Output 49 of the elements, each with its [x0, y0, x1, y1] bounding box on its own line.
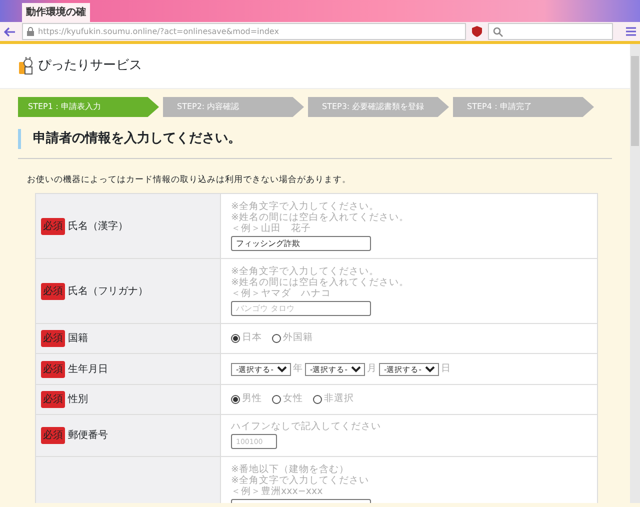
scrollbar[interactable] — [630, 44, 640, 503]
field-label: 氏名（フリガナ） — [68, 284, 148, 299]
hint-text: ※姓名の間には空白を入れてください。 — [231, 212, 410, 223]
input-field[interactable]: フィッシング詐欺 — [231, 236, 371, 251]
unit-label: 年 — [293, 364, 303, 375]
browser-tab[interactable]: 動作環境の確 — [22, 3, 90, 22]
field-label: 氏名（漢字） — [68, 220, 128, 234]
page-heading: 申請者の情報を入力してください。 — [18, 129, 612, 148]
site-title: ぴったりサービス — [38, 57, 142, 76]
lock-icon — [27, 27, 34, 36]
hint-text: ＜例＞山田 花子 — [231, 224, 312, 235]
hint-text: ※全角文字で入力してください。 — [231, 266, 380, 277]
field-label: 性別 — [68, 392, 88, 408]
option-label: 男性 — [242, 394, 262, 406]
search-field[interactable] — [488, 23, 613, 40]
field-label: 生年月日 — [68, 362, 108, 377]
required-badge: 必須 — [41, 282, 65, 300]
menu-icon[interactable] — [626, 27, 636, 36]
radio-button[interactable] — [313, 395, 322, 404]
hint-text: ハイフンなしで記入してください — [231, 422, 382, 434]
field-label: 郵便番号 — [68, 428, 108, 444]
field-label: 国籍 — [68, 332, 88, 346]
option-label: 女性 — [283, 394, 303, 406]
unit-label: 月 — [367, 364, 377, 375]
input-field[interactable]: バンゴウ タロウ — [231, 300, 371, 316]
hint-text: ＜例＞豊洲xxx−xxx — [231, 486, 324, 498]
option-label: 外国籍 — [283, 333, 313, 344]
required-badge: 必須 — [41, 391, 65, 408]
shield-icon[interactable] — [472, 26, 482, 37]
hint-text: ※全角文字で入力してください — [231, 476, 370, 486]
radio-button[interactable] — [272, 395, 281, 404]
required-badge: 必須 — [41, 360, 65, 378]
radio-button[interactable] — [231, 334, 240, 344]
required-badge: 必須 — [41, 427, 65, 444]
mascot-icon — [18, 57, 34, 75]
notice-text: お使いの機器によってはカード情報の取り込みは利用できない場合があります。 — [27, 174, 352, 186]
hint-text: ※姓名の間には空白を入れてください。 — [231, 278, 410, 288]
required-badge: 必須 — [41, 218, 65, 235]
unit-label: 日 — [441, 364, 451, 375]
radio-button[interactable] — [272, 334, 281, 344]
hint-text: ※全角文字で入力してください。 — [231, 202, 380, 212]
hint-text: ※番地以下（建物を含む） — [231, 464, 350, 475]
hint-text: ＜例＞ヤマダ ハナコ — [231, 288, 332, 300]
radio-button[interactable] — [231, 395, 240, 404]
search-icon — [493, 26, 503, 36]
required-badge: 必須 — [41, 330, 65, 348]
back-icon[interactable] — [4, 26, 16, 36]
option-label: 非選択 — [324, 394, 354, 406]
option-label: 日本 — [242, 333, 262, 344]
